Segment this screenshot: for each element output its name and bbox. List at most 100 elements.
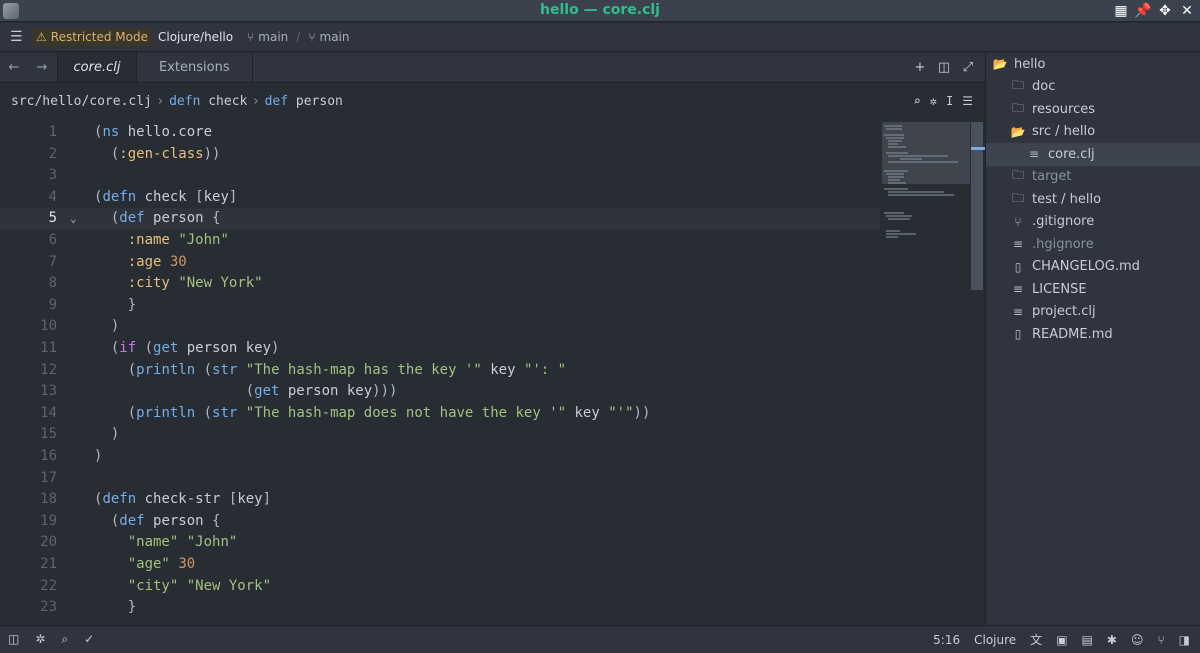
- pin-icon[interactable]: 📌: [1134, 2, 1152, 20]
- forward-arrow-icon[interactable]: →: [28, 53, 56, 82]
- breadcrumb-sym1[interactable]: check: [208, 94, 247, 109]
- code-line: 4 (defn check [key]: [48, 188, 238, 205]
- tree-item-target[interactable]: 🗀 target: [986, 166, 1200, 189]
- status-bar: ◫ ✲ ⌕ ✓ 5:16 Clojure 文 ▣ ▤ ✱ ☺ ⑂ ◨: [0, 625, 1200, 653]
- breadcrumb-path[interactable]: src/hello/core.clj: [11, 94, 152, 109]
- tree-item-readme[interactable]: ▯ README.md: [986, 323, 1200, 346]
- tab-bar: ← → core.clj Extensions + ◫ ⤢: [0, 53, 985, 83]
- book-icon: ▯: [1014, 259, 1022, 274]
- code-line: 21 "age" 30: [40, 556, 196, 572]
- branch-icon: ⑂: [247, 30, 255, 44]
- code-line: 22 "city" "New York": [40, 577, 272, 594]
- tab-actions: + ◫ ⤢: [913, 53, 985, 82]
- code-line: 18 (defn check-str [key]: [40, 491, 272, 508]
- branch-icon: ⑂: [308, 30, 316, 44]
- tree-item-core-clj[interactable]: ≡ core.clj: [986, 143, 1200, 166]
- code-line: 6 :name "John": [48, 232, 229, 248]
- terminal-icon[interactable]: ▣: [1056, 633, 1067, 647]
- book-icon: ▯: [1014, 327, 1022, 342]
- toggle-right-dock-icon[interactable]: ◨: [1179, 633, 1190, 647]
- branch-selector-2[interactable]: ⑂ main: [308, 30, 349, 44]
- code-line: 15 ): [40, 426, 120, 443]
- restricted-mode-button[interactable]: ⚠ Restricted Mode: [32, 28, 152, 46]
- breadcrumb-kw2: def: [264, 93, 289, 109]
- folder-open-icon: 📂: [992, 57, 1008, 72]
- collab-icon[interactable]: ☺: [1131, 633, 1144, 647]
- plus-icon[interactable]: +: [913, 60, 927, 75]
- cursor-position[interactable]: 5:16: [933, 633, 960, 647]
- tree-item-gitignore[interactable]: ⑂ .gitignore: [986, 211, 1200, 234]
- menu-icon[interactable]: ☰: [10, 29, 24, 45]
- code-line: 9 }: [48, 296, 137, 313]
- close-icon[interactable]: ✕: [1178, 2, 1196, 20]
- breadcrumb-kw1: defn: [169, 93, 201, 109]
- toggle-left-dock-icon[interactable]: ◫: [8, 632, 19, 647]
- tree-item-doc[interactable]: 🗀 doc: [986, 76, 1200, 99]
- back-arrow-icon[interactable]: ←: [0, 53, 28, 82]
- split-pane-icon[interactable]: ◫: [937, 60, 951, 75]
- tree-item-src-hello[interactable]: 📂 src / hello: [986, 121, 1200, 144]
- folder-icon: 🗀: [1011, 100, 1024, 115]
- chevron-right-icon: ›: [253, 93, 259, 109]
- code-line: 16): [40, 448, 103, 464]
- search-icon[interactable]: ⌕: [914, 94, 921, 108]
- chevron-right-icon: ›: [157, 93, 164, 109]
- code-line: 11 (if (get person key): [40, 340, 280, 356]
- check-icon[interactable]: ✓: [84, 632, 94, 647]
- code-line: 14 (println (str "The hash-map does not …: [40, 404, 651, 421]
- translate-icon[interactable]: 文: [1030, 631, 1042, 648]
- git-icon[interactable]: ⑂: [1157, 633, 1164, 647]
- file-lines-icon: ≡: [1012, 282, 1024, 297]
- tab-core-clj[interactable]: core.clj: [57, 53, 137, 82]
- tree-item-test-hello[interactable]: 🗀 test / hello: [986, 188, 1200, 211]
- settings-sliders-icon[interactable]: ☰: [962, 94, 973, 108]
- language-selector[interactable]: Clojure: [974, 633, 1016, 647]
- file-lines-icon: ≡: [1028, 147, 1040, 162]
- search-icon[interactable]: ⌕: [61, 632, 68, 647]
- tree-item-license[interactable]: ≡ LICENSE: [986, 278, 1200, 301]
- code-editor[interactable]: 1 (ns hello.core 2 (:gen-class)) 3 4 (defn…: [0, 122, 985, 625]
- folder-icon: 🗀: [1011, 78, 1024, 93]
- tree-item-hello[interactable]: 📂 hello: [986, 53, 1200, 76]
- title-bar-menu: ☰ ⚠ Restricted Mode Clojure/hello ⑂ main…: [0, 23, 1200, 52]
- code-line-current: 5 ⌄ (def person {: [0, 208, 880, 230]
- code-line: 7 :age 30: [48, 253, 187, 270]
- editor-tools: ⌕ ✲ I ☰: [914, 94, 973, 108]
- scrollbar-cursor-marker: [971, 147, 985, 150]
- code-line: 23 }: [40, 599, 137, 616]
- tree-item-project-clj[interactable]: ≡ project.clj: [986, 301, 1200, 324]
- tree-item-resources[interactable]: 🗀 resources: [986, 98, 1200, 121]
- code-line: 12 (println (str "The hash-map has the k…: [40, 361, 567, 378]
- folder-icon: 🗀: [1011, 168, 1024, 183]
- assistant-icon[interactable]: ✲: [930, 94, 937, 108]
- window-titlebar: hello — core.clj ▦ 📌 ✥ ✕: [0, 0, 1200, 22]
- separator: /: [296, 30, 301, 44]
- tree-item-changelog[interactable]: ▯ CHANGELOG.md: [986, 256, 1200, 279]
- code-line: 2 (:gen-class)): [48, 145, 221, 162]
- debug-icon[interactable]: ✱: [1107, 633, 1117, 647]
- tile-icon[interactable]: ▦: [1112, 2, 1130, 20]
- code-line: 10 ): [40, 318, 120, 335]
- breadcrumb: src/hello/core.clj › defn check › def pe…: [0, 84, 985, 118]
- file-lines-icon: ≡: [1012, 304, 1024, 319]
- fold-chevron-icon[interactable]: ⌄: [70, 208, 77, 230]
- project-name[interactable]: Clojure/hello: [158, 30, 233, 44]
- git-icon: ⑂: [1014, 214, 1022, 229]
- text-cursor-icon[interactable]: I: [946, 94, 953, 108]
- tree-item-hgignore[interactable]: ≡ .hgignore: [986, 233, 1200, 256]
- folder-icon: 🗀: [1011, 190, 1024, 205]
- tab-extensions[interactable]: Extensions: [137, 53, 253, 82]
- chat-icon[interactable]: ▤: [1082, 633, 1093, 647]
- breadcrumb-sym2[interactable]: person: [296, 94, 343, 109]
- maximize-icon[interactable]: ⤢: [961, 60, 975, 75]
- diagnostics-icon[interactable]: ✲: [35, 632, 45, 647]
- branch-selector-1[interactable]: ⑂ main: [247, 30, 288, 44]
- move-icon[interactable]: ✥: [1156, 2, 1174, 20]
- code-line: 3: [48, 167, 57, 184]
- code-line: 17: [40, 469, 57, 486]
- folder-open-icon: 📂: [1010, 124, 1026, 139]
- code-line: 13 (get person key))): [40, 383, 398, 400]
- window-controls: ▦ 📌 ✥ ✕: [1112, 2, 1196, 20]
- minimap[interactable]: [882, 122, 970, 282]
- code-line: 8 :city "New York": [48, 275, 263, 292]
